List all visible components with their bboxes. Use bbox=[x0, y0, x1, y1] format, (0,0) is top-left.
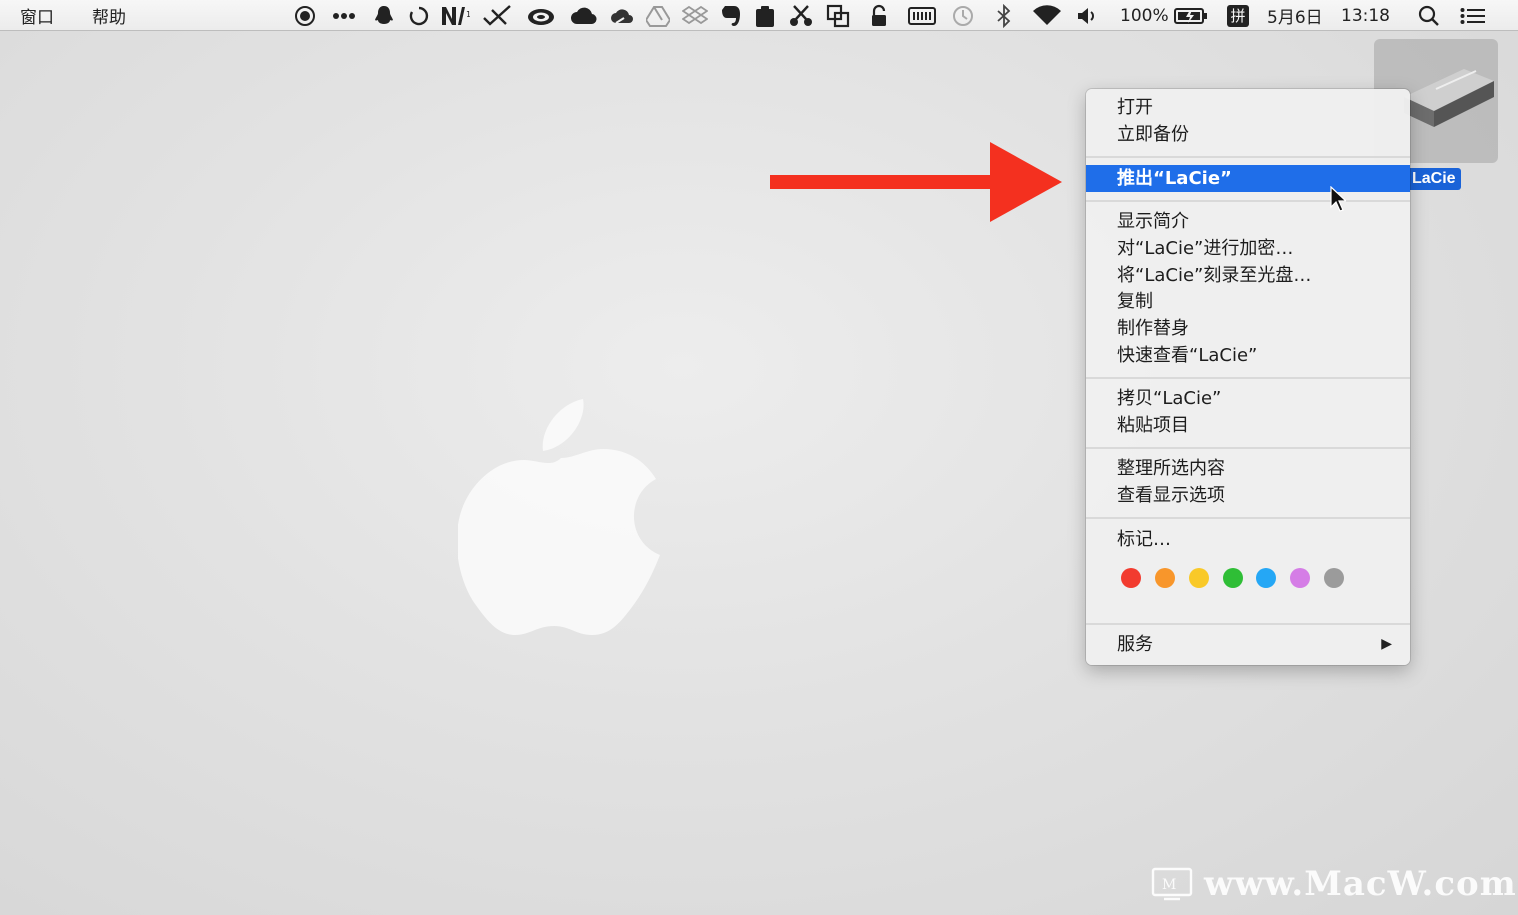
text-tool-icon[interactable]: 1 bbox=[440, 0, 470, 31]
menu-item-open[interactable]: 打开 bbox=[1086, 94, 1410, 121]
menu-item-eject[interactable]: 推出“LaCie” bbox=[1086, 165, 1410, 192]
menu-item-show-view-options[interactable]: 查看显示选项 bbox=[1086, 482, 1410, 509]
menu-item-services[interactable]: 服务 ▶ bbox=[1086, 631, 1410, 658]
mouse-cursor-icon bbox=[1330, 186, 1346, 212]
clipboard-icon[interactable] bbox=[754, 0, 776, 31]
battery-percent[interactable]: 100% bbox=[1120, 0, 1169, 31]
menu-bar: 窗口 帮助 1 100% 拼 5月6日 13:18 bbox=[0, 0, 1518, 31]
menu-item-copy[interactable]: 拷贝“LaCie” bbox=[1086, 385, 1410, 412]
watermark: M www.MacW.com bbox=[1150, 864, 1517, 904]
tag-red[interactable] bbox=[1121, 568, 1141, 588]
more-icon[interactable] bbox=[332, 0, 356, 31]
input-method-label: 拼 bbox=[1227, 4, 1249, 27]
menu-separator bbox=[1086, 200, 1410, 202]
tag-gray[interactable] bbox=[1324, 568, 1344, 588]
volume-icon[interactable] bbox=[1076, 0, 1098, 31]
cloud-icon[interactable] bbox=[570, 0, 598, 31]
date-display[interactable]: 5月6日 bbox=[1267, 0, 1323, 31]
record-icon[interactable] bbox=[294, 0, 316, 31]
menu-window[interactable]: 窗口 bbox=[20, 3, 54, 28]
qq-penguin-icon[interactable] bbox=[372, 0, 396, 31]
menu-item-backup-now[interactable]: 立即备份 bbox=[1086, 121, 1410, 148]
context-menu: 打开 立即备份 推出“LaCie” 显示简介 对“LaCie”进行加密… 将“L… bbox=[1086, 89, 1410, 665]
menu-separator bbox=[1086, 623, 1410, 625]
tag-blue[interactable] bbox=[1256, 568, 1276, 588]
watermark-logo-icon: M bbox=[1151, 867, 1193, 901]
menu-separator bbox=[1086, 377, 1410, 379]
copy-window-icon[interactable] bbox=[826, 0, 850, 31]
bluetooth-icon[interactable] bbox=[996, 0, 1012, 31]
cloud-outline-icon[interactable] bbox=[610, 0, 636, 31]
menu-item-quick-look[interactable]: 快速查看“LaCie” bbox=[1086, 342, 1410, 369]
menu-item-encrypt[interactable]: 对“LaCie”进行加密… bbox=[1086, 235, 1410, 262]
evernote-icon[interactable] bbox=[720, 0, 742, 31]
spotlight-search-icon[interactable] bbox=[1418, 0, 1440, 31]
menu-separator bbox=[1086, 156, 1410, 158]
menu-item-get-info[interactable]: 显示简介 bbox=[1086, 208, 1410, 235]
apple-logo bbox=[458, 399, 660, 635]
menu-separator bbox=[1086, 447, 1410, 449]
menu-item-burn-to-disc[interactable]: 将“LaCie”刻录至光盘… bbox=[1086, 262, 1410, 289]
notification-center-icon[interactable] bbox=[1460, 0, 1486, 31]
battery-charging-icon[interactable] bbox=[1174, 0, 1208, 31]
tag-purple[interactable] bbox=[1290, 568, 1310, 588]
lock-icon[interactable] bbox=[870, 0, 888, 31]
menu-item-paste[interactable]: 粘贴项目 bbox=[1086, 412, 1410, 439]
sync-circle-icon[interactable] bbox=[408, 0, 430, 31]
menu-help[interactable]: 帮助 bbox=[92, 3, 126, 28]
svg-text:1: 1 bbox=[466, 10, 470, 19]
time-machine-icon[interactable] bbox=[950, 0, 976, 31]
tag-orange[interactable] bbox=[1155, 568, 1175, 588]
time-display[interactable]: 13:18 bbox=[1341, 0, 1390, 31]
red-arrow-annotation bbox=[770, 142, 1062, 222]
submenu-arrow-icon: ▶ bbox=[1381, 636, 1392, 652]
menu-item-make-alias[interactable]: 制作替身 bbox=[1086, 315, 1410, 342]
menu-item-tags[interactable]: 标记… bbox=[1086, 526, 1410, 553]
tag-yellow[interactable] bbox=[1189, 568, 1209, 588]
app-menus: 窗口 帮助 bbox=[0, 3, 126, 28]
menu-separator bbox=[1086, 517, 1410, 519]
dropbox-icon[interactable] bbox=[682, 0, 708, 31]
svg-text:M: M bbox=[1162, 877, 1176, 893]
wifi-icon[interactable] bbox=[1032, 0, 1062, 31]
menu-item-duplicate[interactable]: 复制 bbox=[1086, 288, 1410, 315]
google-drive-icon[interactable] bbox=[646, 0, 670, 31]
scissors-icon[interactable] bbox=[788, 0, 814, 31]
tag-green[interactable] bbox=[1223, 568, 1243, 588]
keyboard-icon[interactable] bbox=[908, 0, 936, 31]
crossed-tools-icon[interactable] bbox=[482, 0, 514, 31]
watermark-text: www.MacW.com bbox=[1204, 864, 1517, 904]
input-method-icon[interactable]: 拼 bbox=[1226, 0, 1250, 31]
menu-item-clean-up-selection[interactable]: 整理所选内容 bbox=[1086, 455, 1410, 482]
drive-label[interactable]: LaCie bbox=[1407, 168, 1461, 190]
creative-cloud-icon[interactable] bbox=[526, 0, 556, 31]
services-label: 服务 bbox=[1117, 634, 1153, 655]
